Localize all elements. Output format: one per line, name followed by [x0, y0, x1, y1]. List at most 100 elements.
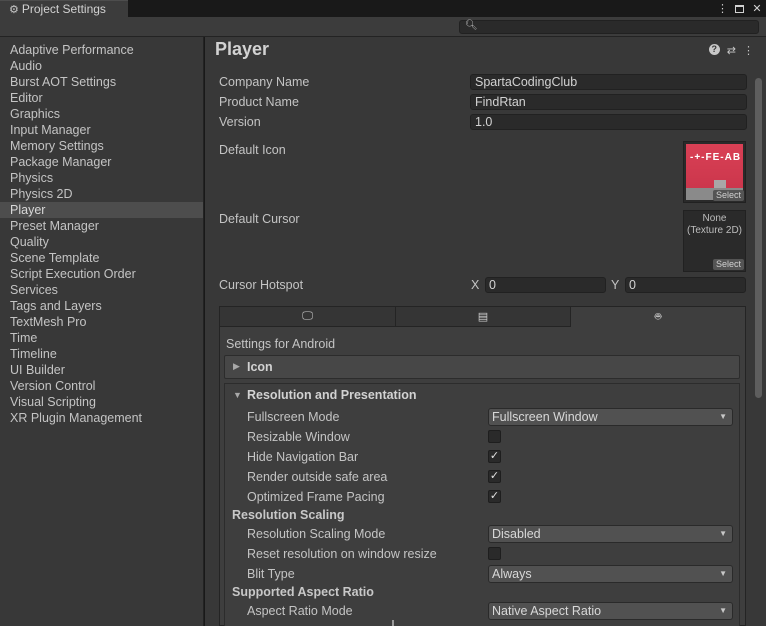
sidebar-item-tags-and-layers[interactable]: Tags and Layers [0, 298, 203, 314]
resolution-scaling-mode-dropdown[interactable]: Disabled ▼ [488, 525, 733, 543]
project-settings-tab[interactable]: ⚙ Project Settings [0, 0, 128, 17]
render-outside-safe-area-label: Render outside safe area [247, 470, 388, 484]
resolution-scaling-mode-label: Resolution Scaling Mode [247, 527, 386, 541]
sidebar-item-textmesh-pro[interactable]: TextMesh Pro [0, 314, 203, 330]
fullscreen-mode-dropdown[interactable]: Fullscreen Window ▼ [488, 408, 733, 426]
android-icon: 🤖︎ [654, 310, 662, 323]
sidebar-item-services[interactable]: Services [0, 282, 203, 298]
render-outside-safe-area-checkbox[interactable]: ✓ [488, 470, 501, 483]
sidebar-item-adaptive-performance[interactable]: Adaptive Performance [0, 42, 203, 58]
reset-resolution-label: Reset resolution on window resize [247, 547, 437, 561]
aspect-ratio-mode-dropdown[interactable]: Native Aspect Ratio ▼ [488, 602, 733, 620]
window-titlebar: ⚙ Project Settings ⋮ ✕ [0, 0, 766, 17]
sidebar-item-time[interactable]: Time [0, 330, 203, 346]
resizable-window-checkbox[interactable] [488, 430, 501, 443]
preset-sliders-icon[interactable]: ⇄ [727, 44, 736, 57]
chevron-down-icon: ▼ [719, 529, 727, 538]
scrollbar[interactable] [754, 75, 763, 620]
server-icon: ▤ [477, 311, 489, 323]
app-icon-detail [714, 180, 726, 188]
hide-navigation-bar-checkbox[interactable]: ✓ [488, 450, 501, 463]
version-label: Version [219, 115, 261, 129]
search-icon: 🔍︎ [465, 20, 478, 31]
sidebar-item-scene-template[interactable]: Scene Template [0, 250, 203, 266]
sidebar-item-preset-manager[interactable]: Preset Manager [0, 218, 203, 234]
icon-foldout[interactable]: ▶ Icon [224, 355, 740, 379]
sidebar-item-player[interactable]: Player [0, 202, 203, 218]
fullscreen-mode-value: Fullscreen Window [492, 410, 598, 424]
more-options-icon[interactable]: ⋮ [743, 44, 754, 57]
chevron-down-icon: ▼ [719, 606, 727, 615]
app-icon-art: -+-FE-AB [690, 152, 742, 163]
sidebar-item-package-manager[interactable]: Package Manager [0, 154, 203, 170]
sidebar-item-physics[interactable]: Physics [0, 170, 203, 186]
scrollbar-thumb[interactable] [755, 78, 762, 398]
sidebar-item-editor[interactable]: Editor [0, 90, 203, 106]
company-name-field[interactable]: SpartaCodingClub [470, 74, 747, 90]
sidebar-item-quality[interactable]: Quality [0, 234, 203, 250]
version-field[interactable]: 1.0 [470, 114, 747, 130]
tab-android[interactable]: 🤖︎ [571, 307, 745, 327]
default-cursor-slot[interactable]: None (Texture 2D) Select [683, 210, 746, 272]
cursor-hotspot-label: Cursor Hotspot [219, 278, 304, 292]
search-input[interactable]: 🔍︎ [459, 20, 759, 34]
blit-type-dropdown[interactable]: Always ▼ [488, 565, 733, 583]
help-icon[interactable]: ? [708, 44, 720, 55]
sidebar-item-version-control[interactable]: Version Control [0, 378, 203, 394]
foldout-expanded-icon[interactable]: ▼ [233, 390, 242, 400]
default-icon-label: Default Icon [219, 143, 286, 157]
foldout-collapsed-icon: ▶ [233, 361, 240, 371]
cursor-type-line: (Texture 2D) [686, 225, 742, 236]
sidebar-item-memory-settings[interactable]: Memory Settings [0, 138, 203, 154]
hotspot-y-label: Y [611, 278, 620, 292]
blit-type-label: Blit Type [247, 567, 295, 581]
default-cursor-label: Default Cursor [219, 212, 300, 226]
sidebar-list: Adaptive Performance Audio Burst AOT Setti… [0, 37, 203, 426]
aspect-ratio-mode-value: Native Aspect Ratio [492, 604, 602, 618]
product-name-field[interactable]: FindRtan [470, 94, 747, 110]
sidebar-item-input-manager[interactable]: Input Manager [0, 122, 203, 138]
reset-resolution-checkbox[interactable] [488, 547, 501, 560]
maximize-icon[interactable] [735, 4, 744, 13]
more-options-icon[interactable]: ⋮ [717, 2, 728, 15]
default-cursor-select-button[interactable]: Select [712, 259, 744, 270]
header-icons: ? ⇄ ⋮ [708, 44, 754, 57]
sidebar-item-burst-aot-settings[interactable]: Burst AOT Settings [0, 74, 203, 90]
page-title: Player [215, 39, 270, 59]
sidebar-item-physics-2d[interactable]: Physics 2D [0, 186, 203, 202]
settings-sidebar: Adaptive Performance Audio Burst AOT Setti… [0, 37, 204, 626]
player-settings-panel: Player ? ⇄ ⋮ Company Name SpartaCodingCl… [205, 37, 766, 626]
hotspot-x-field[interactable]: 0 [485, 277, 606, 293]
sidebar-item-audio[interactable]: Audio [0, 58, 203, 74]
tab-server[interactable]: ▤ [396, 307, 571, 327]
resolution-scaling-mode-value: Disabled [492, 527, 541, 541]
chevron-down-icon: ▼ [719, 569, 727, 578]
optimized-frame-pacing-checkbox[interactable]: ✓ [488, 490, 501, 503]
default-icon-slot[interactable]: -+-FE-AB Select [683, 141, 746, 203]
close-icon[interactable]: ✕ [752, 2, 762, 15]
resolution-scaling-header: Resolution Scaling [232, 508, 345, 522]
sidebar-item-script-execution-order[interactable]: Script Execution Order [0, 266, 203, 282]
platform-tabs: 🖵 ▤ 🤖︎ [220, 307, 745, 327]
gear-icon: ⚙ [9, 3, 19, 16]
cursor-none-line: None [702, 213, 727, 224]
platform-settings: 🖵 ▤ 🤖︎ Settings for Android ▶ Icon ▼ Res… [219, 306, 746, 626]
company-name-label: Company Name [219, 75, 310, 89]
sidebar-item-graphics[interactable]: Graphics [0, 106, 203, 122]
fullscreen-mode-label: Fullscreen Mode [247, 410, 340, 424]
resolution-section-label[interactable]: Resolution and Presentation [247, 388, 416, 402]
sidebar-item-ui-builder[interactable]: UI Builder [0, 362, 203, 378]
sidebar-item-visual-scripting[interactable]: Visual Scripting [0, 394, 203, 410]
hotspot-x-label: X [471, 278, 480, 292]
hide-navigation-bar-label: Hide Navigation Bar [247, 450, 359, 464]
toolbar: 🔍︎ [0, 17, 766, 37]
settings-for-label: Settings for Android [226, 337, 336, 351]
sidebar-item-xr-plugin-management[interactable]: XR Plugin Management [0, 410, 203, 426]
sidebar-item-timeline[interactable]: Timeline [0, 346, 203, 362]
tab-standalone[interactable]: 🖵 [220, 307, 396, 327]
hotspot-y-field[interactable]: 0 [625, 277, 746, 293]
resolution-presentation-section: ▼ Resolution and Presentation Fullscreen… [224, 383, 740, 626]
resize-handle [392, 620, 394, 626]
optimized-frame-pacing-label: Optimized Frame Pacing [247, 490, 385, 504]
default-icon-select-button[interactable]: Select [712, 190, 744, 201]
